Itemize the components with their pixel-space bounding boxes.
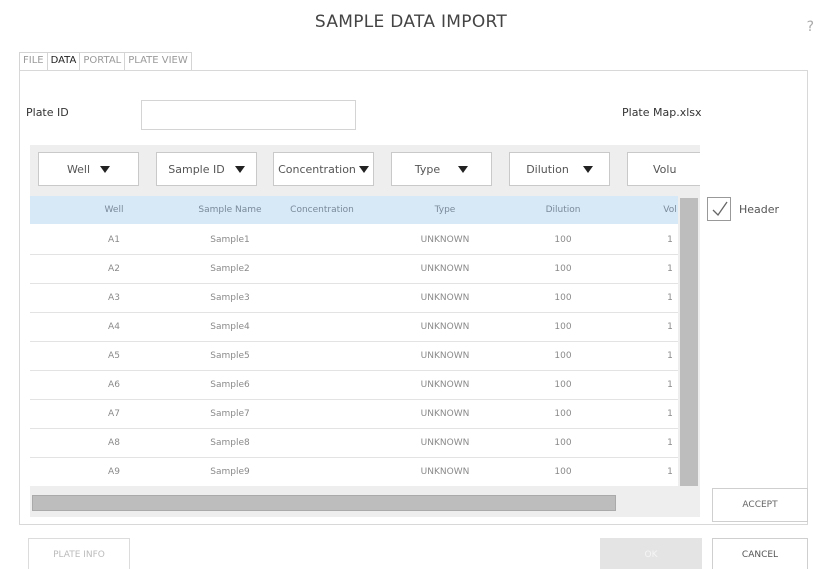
plate-info-button[interactable]: PLATE INFO bbox=[28, 538, 130, 569]
cell-concentration bbox=[262, 342, 382, 371]
dropdown-label: Volu bbox=[653, 162, 677, 176]
cell-well: A5 bbox=[108, 351, 120, 361]
cell-type: UNKNOWN bbox=[420, 438, 470, 448]
cell-volume: 1 bbox=[667, 264, 673, 274]
tab-portal[interactable]: PORTAL bbox=[80, 53, 126, 70]
cell-dilution: 100 bbox=[554, 467, 572, 477]
dropdown-label: Type bbox=[414, 162, 441, 176]
plate-id-label: Plate ID bbox=[26, 106, 69, 119]
cell-type: UNKNOWN bbox=[420, 235, 470, 245]
cell-volume: 1 bbox=[667, 293, 673, 303]
cancel-button[interactable]: CANCEL bbox=[712, 538, 808, 569]
table-header: Well Sample Name Concentration Type Dilu… bbox=[30, 196, 678, 224]
column-header-dilution: Dilution bbox=[545, 205, 581, 215]
column-mapping-dropdown-concentration[interactable]: Concentration bbox=[273, 152, 374, 186]
mapping-grid: Well Sample ID Concentration Type Diluti… bbox=[30, 145, 700, 517]
cell-concentration bbox=[262, 400, 382, 429]
cell-volume: 1 bbox=[667, 467, 673, 477]
cell-type: UNKNOWN bbox=[420, 264, 470, 274]
cell-concentration bbox=[262, 429, 382, 458]
cell-well: A1 bbox=[108, 235, 120, 245]
checkmark-icon bbox=[712, 201, 728, 217]
cell-well: A2 bbox=[108, 264, 120, 274]
table-row[interactable]: A6 Sample6 UNKNOWN 100 1 bbox=[30, 371, 678, 400]
dropdown-label: Sample ID bbox=[168, 162, 225, 176]
chevron-down-icon bbox=[100, 165, 111, 173]
cell-well: A7 bbox=[108, 409, 120, 419]
cell-concentration bbox=[262, 255, 382, 284]
cell-concentration bbox=[262, 226, 382, 255]
chevron-down-icon bbox=[358, 165, 369, 173]
cell-concentration bbox=[262, 284, 382, 313]
header-label: Header bbox=[739, 203, 780, 216]
plate-file-name: Plate Map.xlsx bbox=[622, 106, 702, 119]
cell-type: UNKNOWN bbox=[420, 409, 470, 419]
column-header-well: Well bbox=[104, 205, 124, 215]
cell-well: A9 bbox=[108, 467, 120, 477]
column-header-concentration: Concentration bbox=[290, 205, 354, 215]
cell-volume: 1 bbox=[667, 409, 673, 419]
cell-well: A6 bbox=[108, 380, 120, 390]
table-row[interactable]: A7 Sample7 UNKNOWN 100 1 bbox=[30, 400, 678, 429]
cell-type: UNKNOWN bbox=[420, 380, 470, 390]
chevron-down-icon bbox=[582, 165, 593, 173]
column-mapping-dropdown-sample-id[interactable]: Sample ID bbox=[156, 152, 257, 186]
tab-plate-view[interactable]: PLATE VIEW bbox=[125, 53, 191, 70]
cell-volume: 1 bbox=[667, 380, 673, 390]
tab-bar: FILE DATA PORTAL PLATE VIEW bbox=[19, 52, 192, 70]
cell-dilution: 100 bbox=[554, 438, 572, 448]
window-title: SAMPLE DATA IMPORT bbox=[314, 12, 508, 32]
ok-button[interactable]: OK bbox=[600, 538, 702, 569]
cell-concentration bbox=[262, 313, 382, 342]
column-header-type: Type bbox=[434, 205, 456, 215]
cell-volume: 1 bbox=[667, 438, 673, 448]
tab-data[interactable]: DATA bbox=[47, 53, 81, 70]
column-header-volume: Vol bbox=[663, 205, 677, 215]
cell-concentration bbox=[262, 458, 382, 486]
dropdown-label: Dilution bbox=[526, 162, 569, 176]
cell-dilution: 100 bbox=[554, 235, 572, 245]
sample-table: Well Sample Name Concentration Type Dilu… bbox=[30, 196, 678, 486]
cell-dilution: 100 bbox=[554, 351, 572, 361]
cell-volume: 1 bbox=[667, 235, 673, 245]
cell-dilution: 100 bbox=[554, 322, 572, 332]
vertical-scrollbar-thumb[interactable] bbox=[680, 198, 698, 486]
table-row[interactable]: A2 Sample2 UNKNOWN 100 1 bbox=[30, 255, 678, 284]
horizontal-scrollbar-thumb[interactable] bbox=[32, 495, 616, 511]
cell-volume: 1 bbox=[667, 351, 673, 361]
column-mapping-dropdown-well[interactable]: Well bbox=[38, 152, 139, 186]
cell-well: A8 bbox=[108, 438, 120, 448]
cell-well: A4 bbox=[108, 322, 120, 332]
dropdown-label: Concentration bbox=[278, 162, 356, 176]
table-row[interactable]: A9 Sample9 UNKNOWN 100 1 bbox=[30, 458, 678, 486]
cell-type: UNKNOWN bbox=[420, 293, 470, 303]
chevron-down-icon bbox=[234, 165, 245, 173]
accept-button[interactable]: ACCEPT bbox=[712, 488, 808, 522]
header-checkbox[interactable] bbox=[707, 197, 731, 221]
dropdown-label: Well bbox=[66, 162, 91, 176]
column-mapping-dropdown-dilution[interactable]: Dilution bbox=[509, 152, 610, 186]
plate-id-input[interactable] bbox=[141, 100, 356, 130]
cell-type: UNKNOWN bbox=[420, 351, 470, 361]
cell-dilution: 100 bbox=[554, 409, 572, 419]
column-mapping-dropdown-type[interactable]: Type bbox=[391, 152, 492, 186]
table-row[interactable]: A3 Sample3 UNKNOWN 100 1 bbox=[30, 284, 678, 313]
cell-type: UNKNOWN bbox=[420, 467, 470, 477]
column-mapping-dropdown-volume[interactable]: Volu bbox=[627, 152, 700, 186]
table-row[interactable]: A5 Sample5 UNKNOWN 100 1 bbox=[30, 342, 678, 371]
help-icon[interactable]: ? bbox=[807, 19, 814, 35]
cell-well: A3 bbox=[108, 293, 120, 303]
cell-concentration bbox=[262, 371, 382, 400]
cell-dilution: 100 bbox=[554, 293, 572, 303]
table-row[interactable]: A4 Sample4 UNKNOWN 100 1 bbox=[30, 313, 678, 342]
cell-dilution: 100 bbox=[554, 264, 572, 274]
cell-dilution: 100 bbox=[554, 380, 572, 390]
table-row[interactable]: A1 Sample1 UNKNOWN 100 1 bbox=[30, 226, 678, 255]
table-row[interactable]: A8 Sample8 UNKNOWN 100 1 bbox=[30, 429, 678, 458]
cell-type: UNKNOWN bbox=[420, 322, 470, 332]
chevron-down-icon bbox=[458, 165, 469, 173]
cell-volume: 1 bbox=[667, 322, 673, 332]
tab-file[interactable]: FILE bbox=[20, 53, 48, 70]
